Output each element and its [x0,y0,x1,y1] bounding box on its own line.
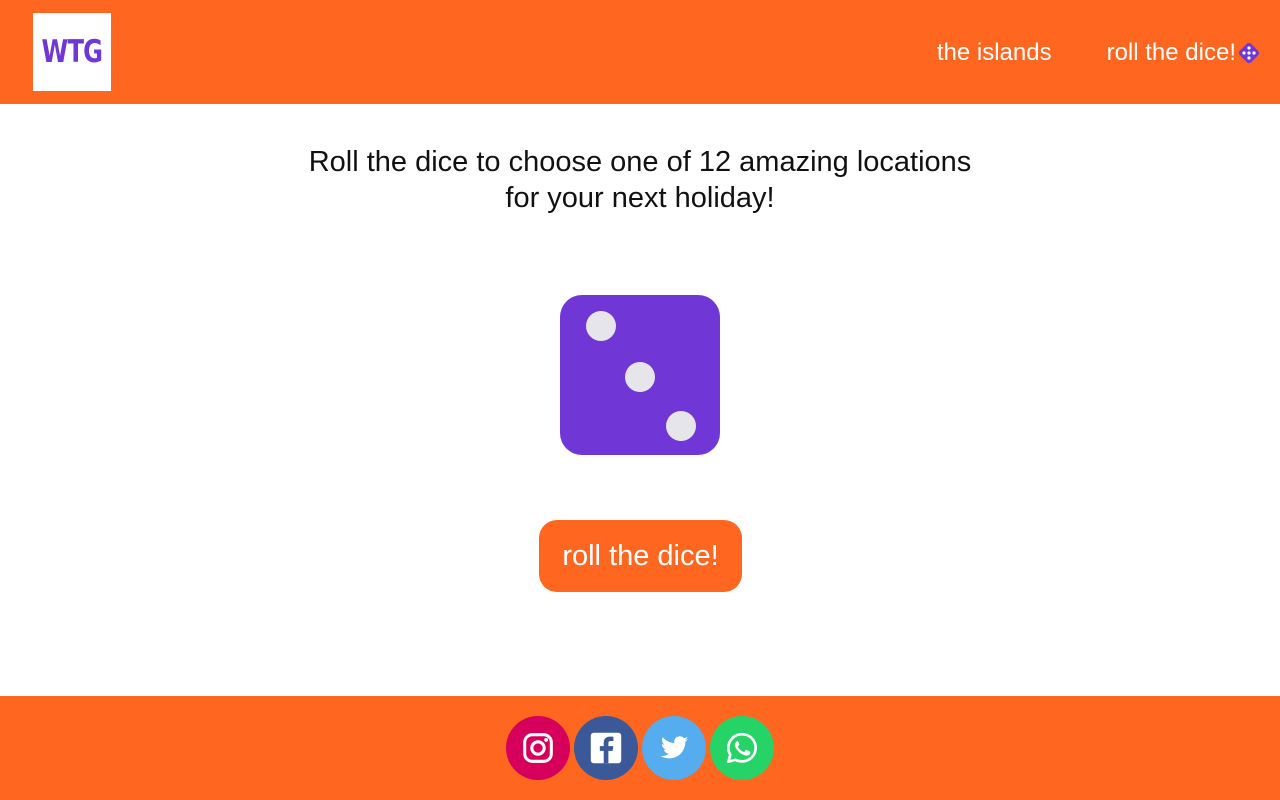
twitter-icon [660,736,689,759]
intro-line-2: for your next holiday! [505,182,775,214]
dice-pip [625,362,655,392]
logo-text: WTG [41,34,103,70]
social-links [506,716,774,780]
twitter-link[interactable] [642,716,706,780]
whatsapp-link[interactable] [710,716,774,780]
site-footer [0,696,1280,800]
instagram-icon [523,733,553,763]
site-logo[interactable]: WTG [33,13,111,91]
dice-face-three [560,295,720,455]
dice-pip [586,311,616,341]
instagram-link[interactable] [506,716,570,780]
main-nav: the islands roll the dice! [937,36,1260,70]
facebook-link[interactable] [574,716,638,780]
dice-pip [666,411,696,441]
nav-link-label: roll the dice! [1106,39,1236,66]
roll-dice-button[interactable]: roll the dice! [539,520,742,592]
dice-icon [1238,42,1260,64]
facebook-icon [590,732,622,764]
site-header: WTG the islands roll the dice! [0,0,1280,104]
intro-line-1: Roll the dice to choose one of 12 amazin… [308,146,972,178]
nav-link-label: the islands [936,39,1052,66]
intro-text: Roll the dice to choose one of 12 amazin… [0,144,1280,216]
whatsapp-icon [726,732,758,764]
nav-link-the-islands[interactable]: the islands [937,36,1052,70]
nav-link-roll-the-dice[interactable]: roll the dice! [1107,36,1260,70]
